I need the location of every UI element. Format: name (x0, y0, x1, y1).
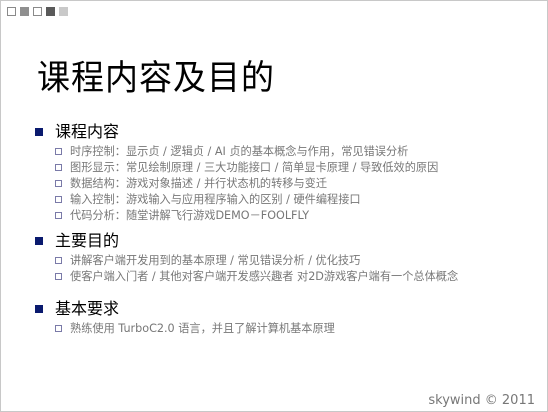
hollow-square-bullet-icon (55, 324, 62, 332)
deco-square-dark (46, 7, 55, 16)
deco-square-light (59, 7, 68, 16)
section-title: 课程内容 (55, 122, 120, 141)
section-header: 课程内容 (35, 122, 438, 142)
section-items: 时序控制：显示贞 / 逻辑贞 / AI 贞的基本概念与作用，常见错误分析 图形显… (55, 143, 438, 223)
hollow-square-bullet-icon (55, 211, 62, 219)
footer-credit: skywind © 2011 (428, 393, 535, 408)
list-item: 代码分析：随堂讲解飞行游戏DEMO－FOOLFLY (55, 207, 438, 223)
hollow-square-bullet-icon (55, 179, 62, 187)
slide-title: 课程内容及目的 (37, 57, 275, 99)
hollow-square-bullet-icon (55, 256, 62, 264)
section-basic-requirements: 基本要求 熟练使用 TurboC2.0 语言，并且了解计算机基本原理 (35, 299, 335, 336)
list-item: 输入控制：游戏输入与应用程序输入的区别 / 硬件编程接口 (55, 191, 438, 207)
section-items: 讲解客户端开发用到的基本原理 / 常见错误分析 / 优化技巧 使客户端入门者 /… (55, 252, 458, 284)
section-title: 主要目的 (55, 231, 120, 250)
list-item: 讲解客户端开发用到的基本原理 / 常见错误分析 / 优化技巧 (55, 252, 458, 268)
list-item: 熟练使用 TurboC2.0 语言，并且了解计算机基本原理 (55, 320, 335, 336)
section-items: 熟练使用 TurboC2.0 语言，并且了解计算机基本原理 (55, 320, 335, 336)
hollow-square-bullet-icon (55, 195, 62, 203)
hollow-square-bullet-icon (55, 163, 62, 171)
list-item: 图形显示：常见绘制原理 / 三大功能接口 / 简单显卡原理 / 导致低效的原因 (55, 159, 438, 175)
hollow-square-bullet-icon (55, 272, 62, 280)
decorative-squares (7, 7, 68, 16)
deco-square-outline (7, 7, 16, 16)
square-bullet-icon (35, 237, 43, 245)
section-main-goals: 主要目的 讲解客户端开发用到的基本原理 / 常见错误分析 / 优化技巧 使客户端… (35, 231, 458, 284)
section-header: 基本要求 (35, 299, 335, 319)
list-item: 数据结构：游戏对象描述 / 并行状态机的转移与变迁 (55, 175, 438, 191)
list-item: 使客户端入门者 / 其他对客户端开发感兴趣者 对2D游戏客户端有一个总体概念 (55, 268, 458, 284)
section-title: 基本要求 (55, 299, 120, 318)
deco-square-gray (20, 7, 29, 16)
section-course-content: 课程内容 时序控制：显示贞 / 逻辑贞 / AI 贞的基本概念与作用，常见错误分… (35, 122, 438, 223)
hollow-square-bullet-icon (55, 147, 62, 155)
section-header: 主要目的 (35, 231, 458, 251)
deco-square-outline (33, 7, 42, 16)
square-bullet-icon (35, 128, 43, 136)
list-item: 时序控制：显示贞 / 逻辑贞 / AI 贞的基本概念与作用，常见错误分析 (55, 143, 438, 159)
slide: 课程内容及目的 课程内容 时序控制：显示贞 / 逻辑贞 / AI 贞的基本概念与… (0, 0, 548, 412)
square-bullet-icon (35, 305, 43, 313)
